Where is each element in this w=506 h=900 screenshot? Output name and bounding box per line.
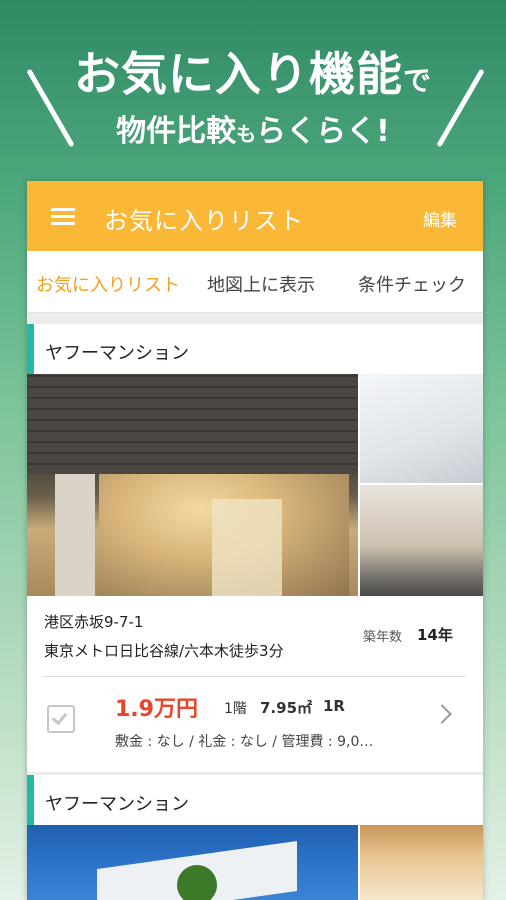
promo-subheadline: 物件比較もらくらく!: [0, 106, 506, 150]
promo-subheadline-particle: も: [236, 122, 257, 146]
promo-headline: お気に入り機能で: [0, 38, 506, 104]
listing-title-bar: ヤフーマンション: [27, 324, 483, 374]
edit-button[interactable]: 編集: [423, 206, 457, 231]
app-bar-title: お気に入りリスト: [104, 207, 304, 235]
menu-icon[interactable]: [51, 208, 75, 226]
chevron-right-icon[interactable]: [432, 704, 452, 724]
listing-station: 東京メトロ日比谷線/六本木徒歩3分: [44, 642, 284, 660]
room-layout: 1R: [323, 697, 345, 715]
app-screen: お気に入りリスト 編集 お気に入りリスト 地図上に表示 条件チェック ヤフーマン…: [27, 181, 483, 900]
tab-favorites[interactable]: お気に入りリスト: [36, 271, 180, 297]
check-icon: [51, 708, 68, 726]
listing-side-photo-kitchen[interactable]: [360, 374, 483, 483]
promo-headline-main: お気に入り機能: [73, 47, 403, 101]
listing-name: ヤフーマンション: [45, 794, 189, 815]
tab-condition-check[interactable]: 条件チェック: [358, 271, 466, 297]
compare-checkbox[interactable]: [47, 705, 75, 733]
promo-header: お気に入り機能で 物件比較もらくらく!: [0, 0, 506, 180]
tab-map[interactable]: 地図上に表示: [207, 271, 315, 297]
floor-area: 7.95㎡: [260, 699, 313, 717]
listing-main-photo[interactable]: [27, 374, 358, 596]
app-bar: お気に入りリスト 編集: [27, 181, 483, 251]
listing-card[interactable]: ヤフーマンション 港区赤坂9-7-1 東京メトロ日比谷線/六本木徒歩3分 築年数…: [27, 324, 483, 772]
promo-headline-particle: で: [402, 64, 432, 97]
tab-bar: お気に入りリスト 地図上に表示 条件チェック: [27, 251, 483, 313]
building-age-value: 14年: [417, 626, 453, 644]
promo-subheadline-end: らくらく!: [256, 114, 390, 149]
accent-bar: [27, 775, 34, 825]
listing-side-photo-living[interactable]: [360, 485, 483, 596]
listing-main-photo[interactable]: [27, 825, 358, 900]
promo-subheadline-main: 物件比較: [116, 114, 237, 149]
listing-info: 港区赤坂9-7-1 東京メトロ日比谷線/六本木徒歩3分 築年数 14年: [27, 596, 483, 676]
listing-name: ヤフーマンション: [45, 343, 189, 364]
rent-row[interactable]: 1.9万円 1階 7.95㎡ 1R 敷金 : なし / 礼金 : なし / 管理…: [27, 677, 483, 772]
listing-title-bar: ヤフーマンション: [27, 775, 483, 825]
accent-bar: [27, 324, 34, 374]
floor: 1階: [224, 701, 247, 717]
listing-side-photo-interior[interactable]: [360, 825, 483, 900]
fees-summary: 敷金 : なし / 礼金 : なし / 管理費 : 9,0…: [115, 734, 374, 750]
building-age-label: 築年数: [363, 630, 403, 645]
listing-address: 港区赤坂9-7-1: [44, 613, 144, 631]
rent-price: 1.9万円: [115, 697, 198, 722]
listing-card[interactable]: ヤフーマンション: [27, 775, 483, 900]
